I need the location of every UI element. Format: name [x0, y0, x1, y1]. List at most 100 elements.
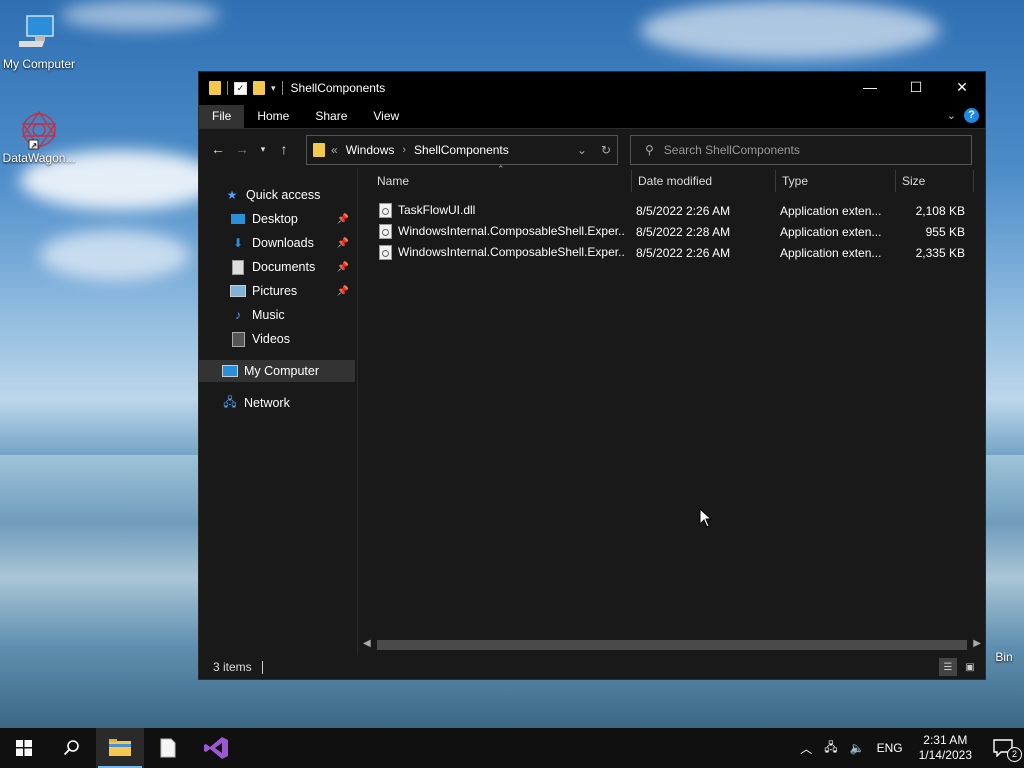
nav-item-network[interactable]: 🖧 Network — [199, 392, 355, 414]
expand-ribbon-chevron-icon[interactable]: ⌄ — [947, 109, 956, 122]
notification-count-badge: 2 — [1007, 747, 1022, 762]
network-status-icon[interactable]: 🖧 — [818, 738, 843, 759]
visual-studio-icon — [204, 737, 228, 759]
nav-item-pictures[interactable]: Pictures 📌 — [199, 280, 355, 302]
tab-home[interactable]: Home — [244, 105, 302, 128]
file-size: 2,108 KB — [915, 203, 965, 218]
title-bar[interactable]: ✓ ▾ ShellComponents — ☐ ✕ — [199, 72, 985, 104]
close-button[interactable]: ✕ — [939, 72, 985, 102]
column-header-type[interactable]: Type — [782, 168, 808, 194]
minimize-button[interactable]: — — [847, 72, 893, 102]
column-separator[interactable] — [973, 170, 974, 192]
show-hidden-icons-chevron-icon[interactable]: ︿ — [794, 740, 818, 757]
videos-icon — [230, 331, 246, 347]
new-folder-icon[interactable] — [253, 81, 265, 95]
properties-icon[interactable]: ✓ — [234, 81, 247, 95]
forward-arrow-icon[interactable]: → — [230, 141, 254, 157]
search-taskbar-button[interactable] — [48, 728, 96, 768]
back-arrow-icon[interactable]: ← — [206, 141, 230, 157]
nav-item-downloads[interactable]: ⬇ Downloads 📌 — [199, 232, 355, 254]
desktop-icon-my-computer[interactable]: My Computer — [0, 12, 81, 71]
details-view-icon[interactable]: ☰ — [939, 658, 957, 676]
file-list: ⌃ Name Date modified Type Size TaskFlowU… — [359, 164, 985, 655]
up-arrow-icon[interactable]: ↑ — [272, 141, 296, 157]
file-type: Application exten... — [780, 224, 882, 239]
file-type: Application exten... — [780, 203, 882, 218]
column-header-size[interactable]: Size — [902, 168, 925, 194]
nav-label: Pictures — [252, 284, 298, 298]
dll-file-icon — [379, 245, 392, 261]
toolbar-separator — [227, 81, 228, 95]
nav-item-videos[interactable]: Videos — [199, 328, 355, 350]
visual-studio-taskbar-button[interactable] — [192, 728, 240, 768]
breadcrumb-windows[interactable]: Windows — [346, 143, 395, 157]
folder-icon — [313, 143, 325, 157]
nav-label: My Computer — [244, 364, 320, 378]
nav-item-music[interactable]: ♪ Music — [199, 304, 355, 326]
recent-locations-chevron-icon[interactable]: ▾ — [254, 144, 272, 155]
address-bar[interactable]: « Windows › ShellComponents ⌄ ↻ — [306, 135, 618, 165]
tab-file[interactable]: File — [199, 105, 245, 128]
start-button[interactable] — [0, 728, 48, 768]
nav-item-my-computer[interactable]: My Computer — [199, 360, 355, 382]
refresh-icon[interactable]: ↻ — [601, 143, 611, 157]
sort-ascending-icon: ⌃ — [497, 164, 505, 174]
input-language[interactable]: ENG — [871, 741, 909, 755]
search-input[interactable]: Search ShellComponents — [664, 143, 800, 157]
nav-label: Documents — [252, 260, 316, 274]
column-separator[interactable] — [775, 170, 776, 192]
desktop-icon-label: DataWagon... — [2, 151, 76, 165]
breadcrumb-overflow[interactable]: « — [331, 143, 338, 157]
column-header-date-modified[interactable]: Date modified — [638, 168, 712, 194]
toolbar-separator — [281, 81, 283, 95]
search-box[interactable]: ⚲ Search ShellComponents — [630, 135, 972, 165]
network-icon: 🖧 — [223, 394, 237, 409]
item-count: 3 items — [213, 660, 252, 674]
file-type: Application exten... — [780, 245, 882, 260]
desktop-icon-datawagon[interactable]: ↗ DataWagon... — [0, 106, 81, 165]
nav-item-quick-access[interactable]: ★ Quick access — [199, 184, 355, 206]
clock-date: 1/14/2023 — [918, 748, 972, 762]
large-icons-view-icon[interactable]: ▣ — [961, 658, 979, 676]
maximize-button[interactable]: ☐ — [893, 72, 939, 102]
column-header-name[interactable]: Name — [377, 168, 409, 194]
help-icon[interactable]: ? — [964, 108, 979, 123]
horizontal-scrollbar[interactable]: ◀ ▶ — [359, 637, 985, 653]
dll-file-icon — [379, 224, 392, 240]
file-size: 955 KB — [925, 224, 965, 239]
downloads-icon: ⬇ — [232, 236, 244, 250]
mouse-cursor-icon — [699, 508, 713, 528]
breadcrumb-shellcomponents[interactable]: ShellComponents — [414, 143, 509, 157]
nav-item-desktop[interactable]: Desktop 📌 — [199, 208, 355, 230]
wallpaper-cloud — [40, 230, 190, 280]
file-explorer-taskbar-button[interactable] — [96, 728, 144, 768]
scroll-left-arrow-icon[interactable]: ◀ — [363, 638, 371, 649]
column-separator[interactable] — [895, 170, 896, 192]
tab-view[interactable]: View — [360, 105, 412, 128]
breadcrumb-chevron-icon: › — [402, 144, 407, 156]
star-icon: ★ — [226, 188, 238, 202]
scroll-right-arrow-icon[interactable]: ▶ — [973, 638, 981, 649]
volume-icon[interactable]: 🔈 — [844, 741, 871, 755]
action-center-button[interactable]: 2 — [982, 728, 1024, 768]
address-history-chevron-icon[interactable]: ⌄ — [577, 143, 587, 157]
search-icon: ⚲ — [645, 143, 654, 157]
taskbar: ︿ 🖧 🔈 ENG 2:31 AM 1/14/2023 2 — [0, 728, 1024, 768]
nav-label: Network — [244, 396, 290, 410]
status-separator — [261, 660, 263, 674]
file-date: 8/5/2022 2:26 AM — [636, 203, 731, 218]
nav-label: Quick access — [246, 188, 321, 202]
clock[interactable]: 2:31 AM 1/14/2023 — [909, 733, 982, 763]
column-separator[interactable] — [631, 170, 632, 192]
navigation-bar: ← → ▾ ↑ « Windows › ShellComponents ⌄ ↻ … — [199, 129, 985, 169]
wallpaper-cloud — [640, 0, 940, 60]
notepad-taskbar-button[interactable] — [144, 728, 192, 768]
computer-icon — [0, 12, 81, 55]
documents-icon — [230, 259, 246, 275]
scrollbar-thumb[interactable] — [377, 640, 967, 650]
tab-share[interactable]: Share — [302, 105, 360, 128]
nav-label: Videos — [252, 332, 290, 346]
wallpaper-cloud — [60, 0, 220, 30]
nav-item-documents[interactable]: Documents 📌 — [199, 256, 355, 278]
customize-toolbar-chevron-icon[interactable]: ▾ — [271, 83, 276, 94]
